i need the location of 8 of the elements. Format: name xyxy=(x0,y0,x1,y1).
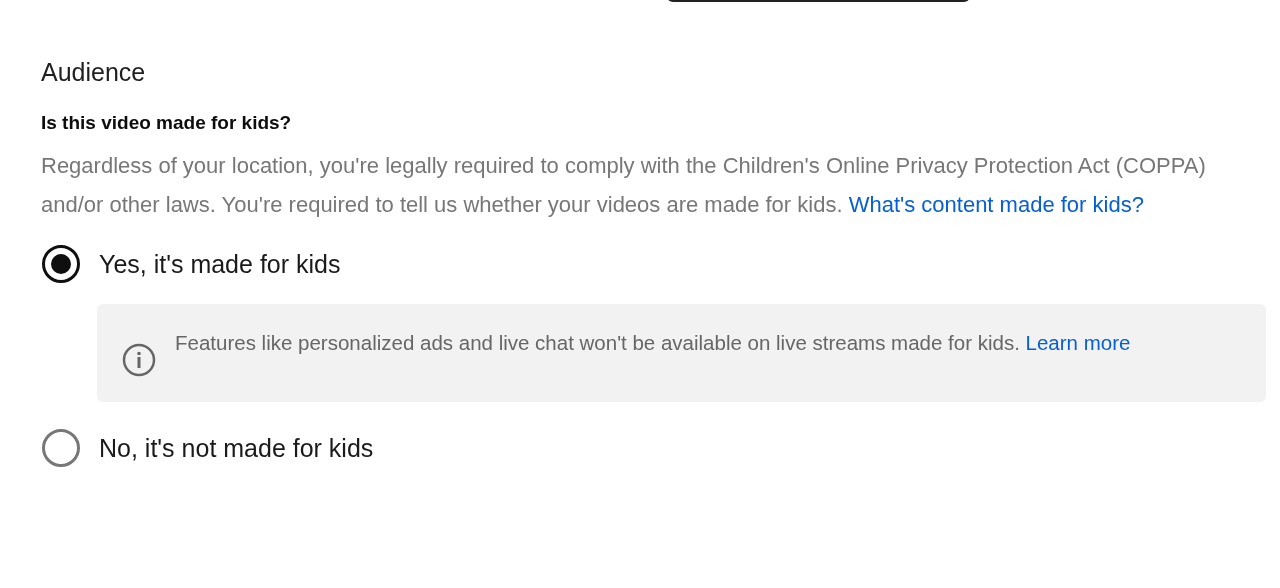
question-text: Is this video made for kids? xyxy=(41,111,293,135)
help-link[interactable]: What's content made for kids? xyxy=(848,192,1144,217)
section-heading: Audience xyxy=(41,57,147,88)
description-text: Regardless of your location, you're legally required to comply with the Children's Online Privacy Protection Act (COPPA) and/or other laws. You're required to tell us whether your videos are made for kids. What's content made for kids? xyxy=(41,152,1207,219)
option-label[interactable]: Yes, it's made for kids xyxy=(99,249,341,279)
info-text: Features like personalized ads and live chat won't be available on live streams made for kids. Learn more xyxy=(175,330,1131,356)
option-label[interactable]: No, it's not made for kids xyxy=(99,433,374,463)
learn-more-link[interactable]: Learn more xyxy=(1025,331,1131,354)
